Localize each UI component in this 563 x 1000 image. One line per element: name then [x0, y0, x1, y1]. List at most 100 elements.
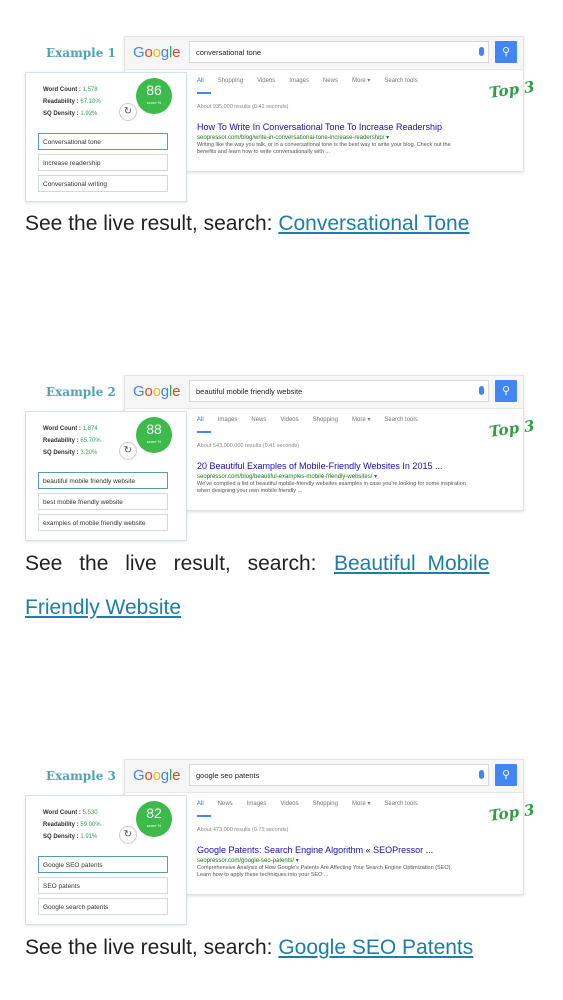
keyword-item[interactable]: Google search patents [38, 898, 168, 915]
caption-2: See the live result, search: Beautiful M… [25, 552, 489, 576]
sq-density-label: SQ Density : [43, 450, 79, 456]
sq-density-value: 1.92% [80, 111, 98, 117]
search-input[interactable]: conversational tone [189, 41, 489, 63]
tab-search-tools[interactable]: Search tools [384, 417, 417, 423]
score-label: score % [146, 439, 162, 444]
score-value: 88 [146, 421, 162, 437]
readability-value: 65.70% [80, 438, 101, 444]
google-logo: Google [133, 767, 180, 784]
result-title-link[interactable]: 20 Beautiful Examples of Mobile-Friendly… [197, 461, 442, 471]
result-description: Writing like the way you talk, or in a c… [197, 142, 451, 155]
tab-more[interactable]: More ▾ [352, 78, 370, 84]
readability-label: Readability : [43, 438, 79, 444]
live-result-link[interactable]: Conversational Tone [278, 212, 469, 235]
score-circle: 82 score % [136, 801, 172, 837]
readability: Readability : 67.10% [43, 99, 101, 105]
word-count: Word Count : 5,530 [43, 810, 98, 816]
readability: Readability : 65.70% [43, 438, 101, 444]
refresh-icon[interactable]: ↻ [119, 442, 137, 460]
result-url: seopressor.com/google-seo-patents/ ▾ [197, 858, 299, 864]
result-title-link[interactable]: How To Write In Conversational Tone To I… [197, 122, 442, 132]
search-button[interactable]: ⚲ [495, 764, 517, 786]
sq-density: SQ Density : 3.20% [43, 450, 97, 456]
live-result-link[interactable]: Google SEO Patents [278, 936, 473, 959]
score-value: 86 [146, 82, 162, 98]
keyword-item[interactable]: Increase readership [38, 154, 168, 171]
result-title-link[interactable]: Google Patents: Search Engine Algorithm … [197, 845, 433, 855]
sq-density-label: SQ Density : [43, 834, 79, 840]
tab-images[interactable]: Images [247, 801, 267, 807]
refresh-icon[interactable]: ↻ [119, 826, 137, 844]
keyword-item[interactable]: SEO patents [38, 877, 168, 894]
google-logo: Google [133, 44, 180, 61]
active-tab-indicator [197, 92, 211, 94]
live-result-link[interactable]: Beautiful Mobile [334, 552, 489, 575]
result-stats: About 543,000,000 results (0.41 seconds) [197, 443, 300, 449]
readability-value: 59.00% [80, 822, 101, 828]
keyword-item[interactable]: examples of mobile friendly website [38, 514, 168, 531]
seo-score-panel: Word Count : 1,874 Readability : 65.70% … [25, 411, 187, 541]
tab-news[interactable]: News [218, 801, 233, 807]
search-icon: ⚲ [501, 385, 511, 397]
word-count-value: 1,578 [82, 87, 98, 93]
microphone-icon[interactable] [479, 770, 484, 779]
tab-images[interactable]: Images [218, 417, 238, 423]
search-icon: ⚲ [501, 46, 511, 58]
tab-shopping[interactable]: Shopping [313, 417, 338, 423]
live-result-link-line2[interactable]: Friendly Website [25, 596, 181, 620]
search-button[interactable]: ⚲ [495, 41, 517, 63]
tab-shopping[interactable]: Shopping [218, 78, 243, 84]
caption-1: See the live result, search: Conversatio… [25, 212, 469, 236]
result-description: Comprehensive Analysis of How Google's P… [197, 865, 453, 878]
active-tab-indicator [197, 431, 211, 433]
search-tabs: All Images News Videos Shopping More ▾ Search … [197, 416, 432, 423]
search-icon: ⚲ [501, 769, 511, 781]
refresh-icon[interactable]: ↻ [119, 103, 137, 121]
google-logo-text: Google [133, 44, 181, 61]
google-logo-text: Google [133, 383, 181, 400]
tab-all[interactable]: All [197, 78, 204, 84]
tab-news[interactable]: News [251, 417, 266, 423]
tab-more[interactable]: More ▾ [352, 417, 370, 423]
tab-all[interactable]: All [197, 801, 204, 807]
result-stats: About 473,000 results (0.73 seconds) [197, 827, 289, 833]
example-label: Example 1 [46, 46, 116, 60]
caption-text: See the live result, search: [25, 936, 273, 959]
caption-text: See the live result, search: [25, 212, 273, 235]
sq-density-label: SQ Density : [43, 111, 79, 117]
tab-search-tools[interactable]: Search tools [384, 78, 417, 84]
microphone-icon[interactable] [479, 386, 484, 395]
search-tabs: All News Images Videos Shopping More ▾ Search … [197, 800, 432, 807]
keyword-item[interactable]: beautiful mobile friendly website [38, 472, 168, 489]
word-count-value: 1,874 [82, 426, 98, 432]
tab-more[interactable]: More ▾ [352, 801, 370, 807]
readability-label: Readability : [43, 822, 79, 828]
keyword-item[interactable]: Conversational tone [38, 133, 168, 150]
keyword-item[interactable]: Conversational writing [38, 175, 168, 192]
tab-images[interactable]: Images [289, 78, 309, 84]
caption-3: See the live result, search: Google SEO … [25, 936, 473, 960]
tab-shopping[interactable]: Shopping [313, 801, 338, 807]
keyword-item[interactable]: best mobile friendly website [38, 493, 168, 510]
tab-videos[interactable]: Videos [280, 801, 298, 807]
tab-videos[interactable]: Videos [257, 78, 275, 84]
readability-value: 67.10% [80, 99, 101, 105]
tab-news[interactable]: News [323, 78, 338, 84]
microphone-icon[interactable] [479, 47, 484, 56]
score-circle: 86 score % [136, 78, 172, 114]
tab-search-tools[interactable]: Search tools [384, 801, 417, 807]
search-input[interactable]: beautiful mobile friendly website [189, 380, 489, 402]
keyword-item[interactable]: Google SEO patents [38, 856, 168, 873]
word-count-label: Word Count : [43, 426, 81, 432]
seo-score-panel: Word Count : 1,578 Readability : 67.10% … [25, 72, 187, 202]
search-input[interactable]: google seo patents [189, 764, 489, 786]
example-label: Example 2 [46, 385, 116, 399]
sq-density-value: 3.20% [80, 450, 98, 456]
word-count-value: 5,530 [82, 810, 98, 816]
readability-label: Readability : [43, 99, 79, 105]
tab-videos[interactable]: Videos [280, 417, 298, 423]
search-button[interactable]: ⚲ [495, 380, 517, 402]
search-tabs: All Shopping Videos Images News More ▾ Search … [197, 77, 432, 84]
tab-all[interactable]: All [197, 417, 204, 423]
sq-density: SQ Density : 1.91% [43, 834, 97, 840]
